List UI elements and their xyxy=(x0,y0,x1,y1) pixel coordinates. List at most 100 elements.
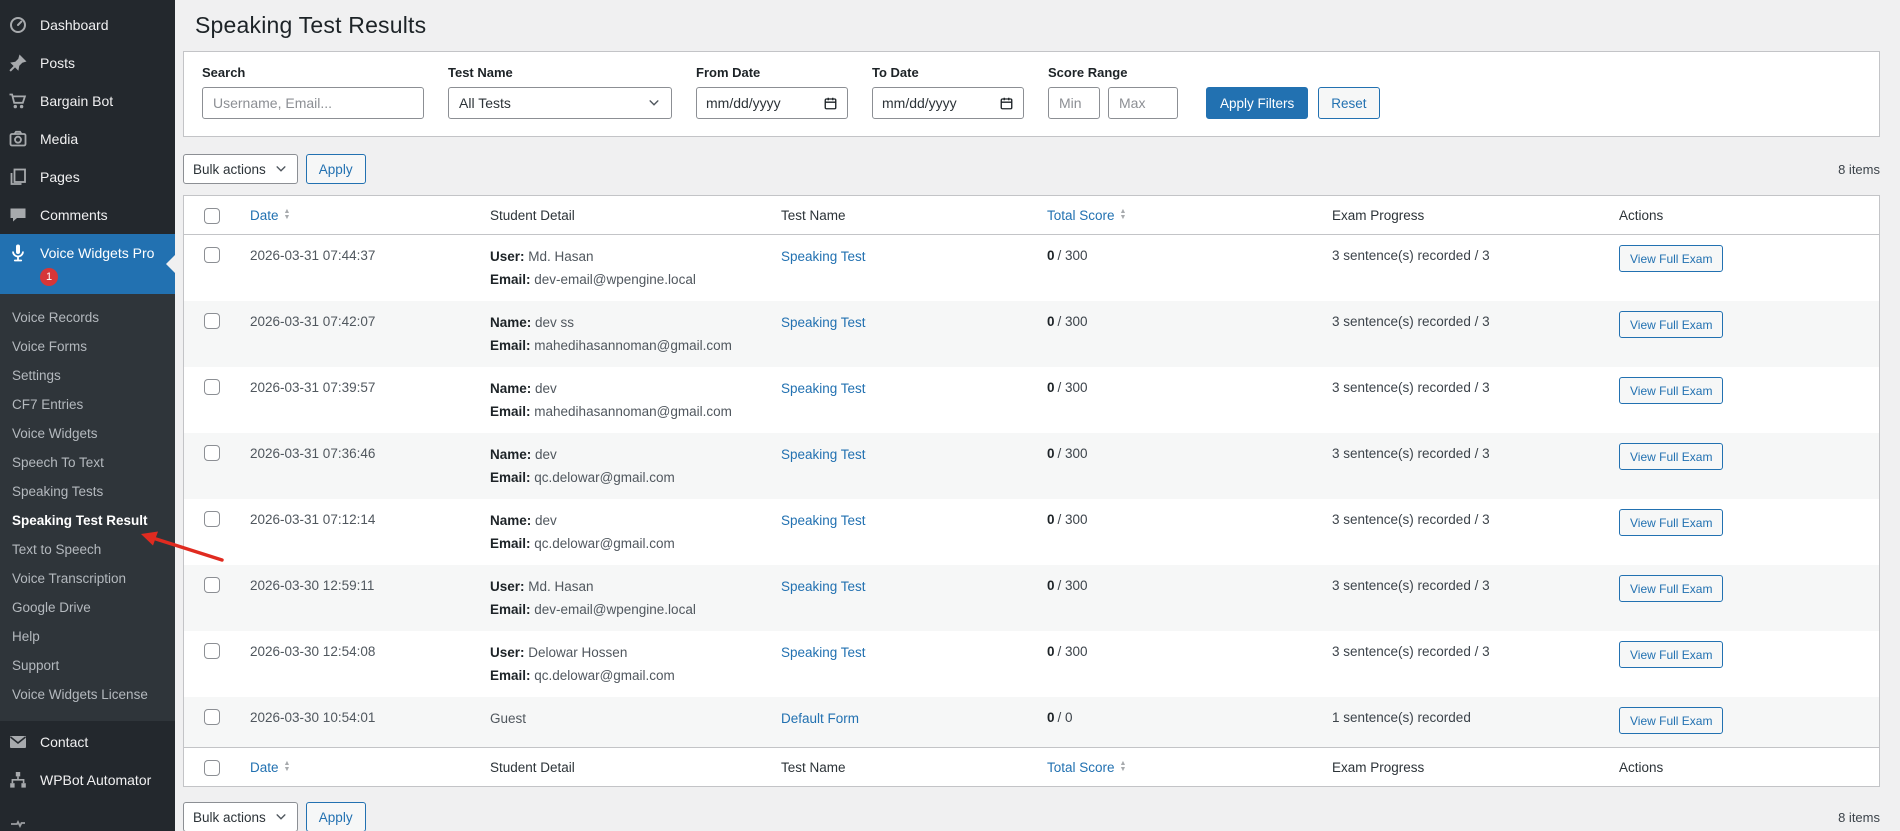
sidebar-submenu-item[interactable]: Voice Transcription xyxy=(0,564,175,593)
sidebar-submenu-item[interactable]: Settings xyxy=(0,361,175,390)
sidebar-item[interactable]: Comments xyxy=(0,196,175,234)
row-total-score: 0/ 300 xyxy=(1047,245,1332,263)
sort-by-date[interactable]: Date ▲▼ xyxy=(250,760,290,775)
cart-icon xyxy=(8,91,28,111)
media-icon xyxy=(8,129,28,149)
score-min-input[interactable] xyxy=(1048,87,1100,119)
select-all-checkbox[interactable] xyxy=(204,760,220,776)
sidebar-submenu-item[interactable]: Speaking Tests xyxy=(0,477,175,506)
column-header-student-detail: Student Detail xyxy=(490,760,781,775)
sidebar-item[interactable]: Bargain Bot xyxy=(0,82,175,120)
sidebar-item[interactable]: Posts xyxy=(0,44,175,82)
row-checkbox[interactable] xyxy=(204,709,220,725)
sidebar-submenu-label: Voice Widgets xyxy=(12,426,98,441)
sidebar-submenu-label: Help xyxy=(12,629,40,644)
reset-button[interactable]: Reset xyxy=(1318,87,1379,119)
sidebar-item[interactable]: Contact xyxy=(0,723,175,761)
bulk-actions-select[interactable]: Bulk actions xyxy=(183,802,298,831)
sidebar-submenu-item[interactable]: Text to Speech xyxy=(0,535,175,564)
row-checkbox[interactable] xyxy=(204,643,220,659)
sidebar-submenu-item[interactable]: Voice Records xyxy=(0,303,175,332)
bulk-apply-button[interactable]: Apply xyxy=(306,802,366,831)
row-checkbox[interactable] xyxy=(204,379,220,395)
test-name-link[interactable]: Speaking Test xyxy=(781,381,866,396)
sort-arrows-icon: ▲▼ xyxy=(284,209,291,221)
test-name-link[interactable]: Speaking Test xyxy=(781,513,866,528)
view-full-exam-button[interactable]: View Full Exam xyxy=(1619,509,1723,536)
sidebar-submenu-item[interactable]: Voice Widgets License xyxy=(0,680,175,709)
bulk-actions-select[interactable]: Bulk actions xyxy=(183,154,298,184)
view-full-exam-button[interactable]: View Full Exam xyxy=(1619,575,1723,602)
view-full-exam-button[interactable]: View Full Exam xyxy=(1619,377,1723,404)
dashboard-icon xyxy=(8,15,28,35)
view-full-exam-button[interactable]: View Full Exam xyxy=(1619,311,1723,338)
sidebar-submenu-item[interactable]: Google Drive xyxy=(0,593,175,622)
test-name-link[interactable]: Speaking Test xyxy=(781,579,866,594)
row-date: 2026-03-31 07:39:57 xyxy=(250,377,490,395)
score-max-input[interactable] xyxy=(1108,87,1178,119)
from-date-input[interactable]: mm/dd/yyyy xyxy=(696,87,848,119)
row-total-score: 0/ 300 xyxy=(1047,641,1332,659)
table-row: 2026-03-31 07:39:57 Name: dev Email: mah… xyxy=(184,367,1879,433)
row-total-score: 0/ 300 xyxy=(1047,443,1332,461)
items-count: 8 items xyxy=(1838,810,1880,825)
row-checkbox[interactable] xyxy=(204,577,220,593)
sort-by-total-score[interactable]: Total Score ▲▼ xyxy=(1047,760,1126,775)
select-all-checkbox[interactable] xyxy=(204,208,220,224)
view-full-exam-button[interactable]: View Full Exam xyxy=(1619,707,1723,734)
sidebar-item[interactable]: Dashboard xyxy=(0,6,175,44)
row-checkbox[interactable] xyxy=(204,445,220,461)
sidebar-item-voice-widgets-pro[interactable]: Voice Widgets Pro 1 xyxy=(0,234,175,294)
view-full-exam-button[interactable]: View Full Exam xyxy=(1619,443,1723,470)
row-exam-progress: 3 sentence(s) recorded / 3 xyxy=(1332,443,1619,461)
comments-icon xyxy=(8,205,28,225)
row-checkbox[interactable] xyxy=(204,313,220,329)
sort-by-date[interactable]: Date ▲▼ xyxy=(250,208,290,223)
student-name-label: Name: xyxy=(490,315,531,330)
bulk-actions-bottom: Bulk actions Apply 8 items xyxy=(183,802,1880,831)
sidebar-item[interactable]: WPBot Automator xyxy=(0,761,175,799)
sidebar-submenu-label: Settings xyxy=(12,368,61,383)
student-name-label: User: xyxy=(490,645,525,660)
sidebar-item[interactable]: Media xyxy=(0,120,175,158)
sidebar-submenu-item[interactable]: Speech To Text xyxy=(0,448,175,477)
test-name-link[interactable]: Speaking Test xyxy=(781,447,866,462)
student-name: dev ss xyxy=(535,315,574,330)
to-date-label: To Date xyxy=(872,65,1024,80)
student-email-line: Email: mahedihasannoman@gmail.com xyxy=(490,334,781,357)
test-name-link[interactable]: Speaking Test xyxy=(781,315,866,330)
row-test-name: Speaking Test xyxy=(781,311,1047,332)
student-name-line: User: Delowar Hossen xyxy=(490,641,781,664)
test-name-link[interactable]: Speaking Test xyxy=(781,645,866,660)
sidebar-submenu-item[interactable]: Voice Forms xyxy=(0,332,175,361)
sidebar-item-label: Pages xyxy=(40,169,80,185)
test-name-link[interactable]: Default Form xyxy=(781,711,859,726)
view-full-exam-button[interactable]: View Full Exam xyxy=(1619,245,1723,272)
sort-by-total-score[interactable]: Total Score ▲▼ xyxy=(1047,208,1126,223)
bulk-apply-button[interactable]: Apply xyxy=(306,154,366,184)
sidebar-submenu-item[interactable]: Speaking Test Result xyxy=(0,506,175,535)
sidebar-submenu-item[interactable]: Help xyxy=(0,622,175,651)
sidebar-submenu-item[interactable]: CF7 Entries xyxy=(0,390,175,419)
calendar-icon[interactable] xyxy=(999,96,1014,111)
view-full-exam-button[interactable]: View Full Exam xyxy=(1619,641,1723,668)
row-exam-progress: 3 sentence(s) recorded / 3 xyxy=(1332,575,1619,593)
row-checkbox[interactable] xyxy=(204,247,220,263)
test-name-select[interactable]: All Tests xyxy=(448,87,672,119)
student-email-label: Email: xyxy=(490,338,531,353)
sidebar-item-partial[interactable] xyxy=(0,799,175,831)
sidebar-submenu-item[interactable]: Support xyxy=(0,651,175,680)
table-row: 2026-03-30 12:59:11 User: Md. Hasan Emai… xyxy=(184,565,1879,631)
to-date-input[interactable]: mm/dd/yyyy xyxy=(872,87,1024,119)
sidebar-submenu-item[interactable]: Voice Widgets xyxy=(0,419,175,448)
student-email-line: Email: dev-email@wpengine.local xyxy=(490,598,781,621)
calendar-icon[interactable] xyxy=(823,96,838,111)
row-checkbox[interactable] xyxy=(204,511,220,527)
test-name-link[interactable]: Speaking Test xyxy=(781,249,866,264)
envelope-icon xyxy=(8,732,28,752)
sidebar-item[interactable]: Pages xyxy=(0,158,175,196)
student-email: dev-email@wpengine.local xyxy=(534,272,696,287)
sidebar-submenu-label: CF7 Entries xyxy=(12,397,83,412)
search-input[interactable] xyxy=(202,87,424,119)
apply-filters-button[interactable]: Apply Filters xyxy=(1206,87,1308,119)
